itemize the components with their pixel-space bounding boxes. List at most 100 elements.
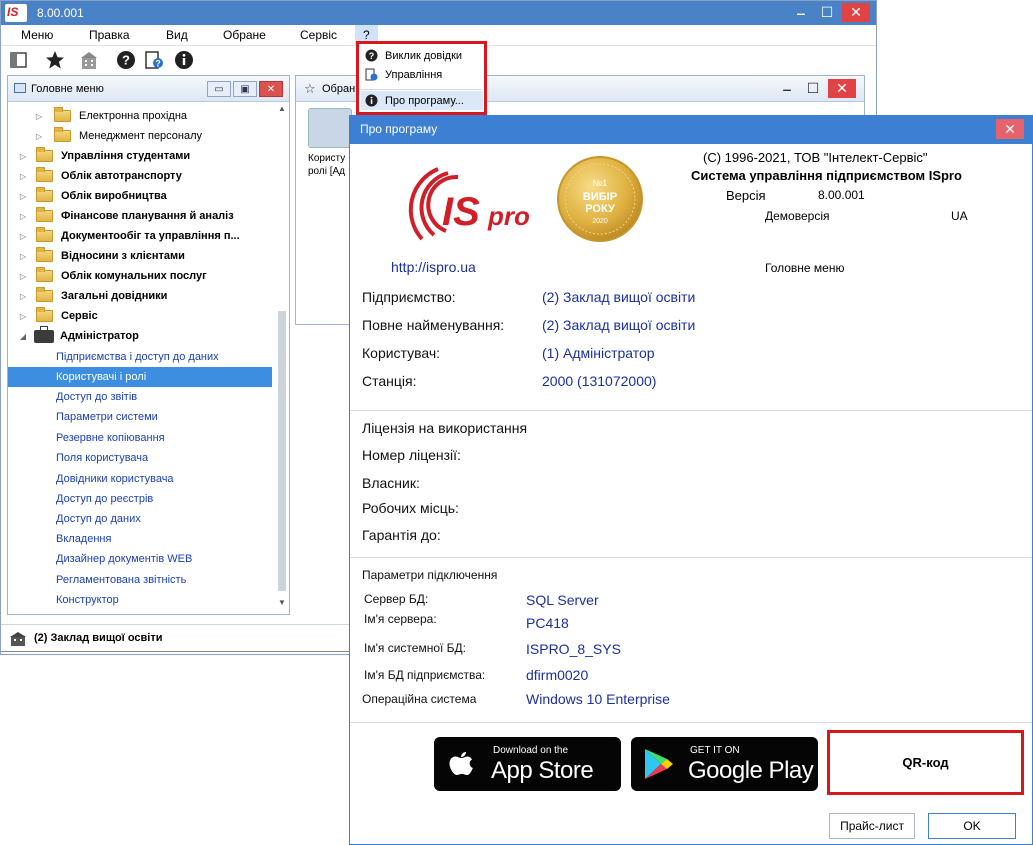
menu-item-management[interactable]: Управління xyxy=(361,65,483,84)
svg-text:РОКУ: РОКУ xyxy=(585,203,615,215)
tree-node[interactable]: ▷ Облік автотранспорту xyxy=(8,166,272,186)
favorites-minimize-button[interactable]: ‒ xyxy=(776,79,798,98)
expand-arrow-icon[interactable]: ▷ xyxy=(34,132,44,141)
tree-child-item[interactable]: Підприємства і доступ до даних xyxy=(8,347,272,367)
tree-node-label: Облік виробництва xyxy=(61,190,167,202)
tree-node[interactable]: ▷ Відносини з клієнтами xyxy=(8,246,272,266)
building-icon[interactable] xyxy=(79,50,99,70)
tree-child-item[interactable]: Регламентована звітність xyxy=(8,570,272,590)
menu-item-label: Управління xyxy=(385,68,443,81)
tree-child-item[interactable]: Параметри системи xyxy=(8,407,272,427)
expand-arrow-icon[interactable]: ▷ xyxy=(18,312,28,321)
expand-arrow-icon[interactable]: ▷ xyxy=(18,192,28,201)
minimize-button[interactable]: ‒ xyxy=(790,3,812,22)
main-menu-panel-title: Головне меню xyxy=(31,83,104,95)
expand-arrow-icon[interactable]: ▷ xyxy=(18,212,28,221)
tree-node[interactable]: ▷ Електронна прохідна xyxy=(8,106,272,126)
tree-child-item[interactable]: Доступ до звітів xyxy=(8,387,272,407)
folder-icon xyxy=(36,307,53,322)
expand-arrow-icon[interactable]: ▷ xyxy=(18,152,28,161)
scrollbar-thumb[interactable] xyxy=(278,311,286,591)
maximize-button[interactable]: ☐ xyxy=(816,3,838,22)
favorites-maximize-button[interactable]: ☐ xyxy=(802,79,824,98)
tree-child-item[interactable]: Доступ до даних xyxy=(8,509,272,529)
tree-node[interactable]: ▷ Загальні довідники xyxy=(8,286,272,306)
tree-child-item[interactable]: Дизайнер документів WEB xyxy=(8,549,272,569)
help-document-icon[interactable]: ? xyxy=(144,50,164,70)
status-enterprise: (2) Заклад вищої освіти xyxy=(34,632,163,644)
website-link[interactable]: http://ispro.ua xyxy=(391,259,476,275)
tree-node-label: Сервіс xyxy=(61,310,98,322)
app-logo-icon: IS xyxy=(5,4,27,22)
product-name: Система управління підприємством ISpro xyxy=(691,168,962,183)
tree-node-label: Облік комунальних послуг xyxy=(61,270,207,282)
tree-child-label: Поля користувача xyxy=(56,452,149,464)
panel-toggle-icon[interactable] xyxy=(9,50,29,70)
tree-node[interactable]: ▷ Облік виробництва xyxy=(8,186,272,206)
tree-node-label: Облік автотранспорту xyxy=(61,170,182,182)
menu-item-view[interactable]: Вид xyxy=(166,28,188,42)
ok-button[interactable]: OK xyxy=(928,813,1016,839)
tree-node[interactable]: ▷ Документообіг та управління п... xyxy=(8,226,272,246)
menu-item-edit[interactable]: Правка xyxy=(89,28,130,42)
menu-item-call-help[interactable]: ? Виклик довідки xyxy=(361,46,483,65)
copyright-text: (C) 1996-2021, ТОВ "Інтелект-Сервіс" xyxy=(703,150,928,165)
tree-child-item[interactable]: Доступ до реєстрів xyxy=(8,489,272,509)
logo-text-pro: pro xyxy=(487,201,530,231)
svg-text:?: ? xyxy=(155,59,161,69)
scroll-down-icon[interactable]: ▼ xyxy=(277,598,287,607)
connection-heading: Параметри підключення xyxy=(362,568,498,582)
user-label: Користувач: xyxy=(362,345,441,361)
station-value: 2000 (131072000) xyxy=(542,373,657,389)
star-outline-icon: ☆ xyxy=(304,81,316,96)
tree-child-item[interactable]: Вкладення xyxy=(8,529,272,549)
panel-minimize-button[interactable]: ▭ xyxy=(207,81,231,97)
expand-arrow-icon[interactable]: ▷ xyxy=(34,112,44,121)
tree-child-item[interactable]: Довідники користувача xyxy=(8,469,272,489)
help-icon[interactable]: ? xyxy=(116,50,136,70)
qr-code-button[interactable]: QR-код xyxy=(827,730,1024,795)
price-list-button[interactable]: Прайс-лист xyxy=(829,813,915,839)
scroll-up-icon[interactable]: ▲ xyxy=(277,104,287,113)
station-label: Станція: xyxy=(362,373,417,389)
expand-arrow-icon[interactable]: ▷ xyxy=(18,252,28,261)
tree-child-label: Користувачі і ролі xyxy=(56,371,147,383)
tree-child-item[interactable]: Поля користувача xyxy=(8,448,272,468)
tree-child-item-selected[interactable]: Користувачі і ролі xyxy=(8,367,272,387)
menu-item-menu[interactable]: Меню xyxy=(21,28,53,42)
version-value: 8.00.001 xyxy=(818,188,865,202)
tree-node[interactable]: ▷ Менеджмент персоналу xyxy=(8,126,272,146)
tree-node[interactable]: ▷ Облік комунальних послуг xyxy=(8,266,272,286)
tree-node[interactable]: ▷ Фінансове планування й аналіз xyxy=(8,206,272,226)
panel-close-button[interactable]: ✕ xyxy=(259,81,283,97)
menu-item-about[interactable]: Про програму... xyxy=(361,91,483,110)
expand-arrow-icon[interactable]: ▷ xyxy=(18,232,28,241)
tree-scrollbar[interactable]: ▲ ▼ xyxy=(277,104,287,609)
about-title-bar: Про програму ✕ xyxy=(350,116,1032,144)
expand-arrow-icon[interactable]: ▷ xyxy=(18,272,28,281)
tree-child-item[interactable]: Резервне копіювання xyxy=(8,428,272,448)
about-close-button[interactable]: ✕ xyxy=(996,119,1024,139)
tree-child-label: Дизайнер документів WEB xyxy=(56,553,193,565)
favorites-close-button[interactable]: ✕ xyxy=(828,79,856,98)
collapse-arrow-icon[interactable]: ◢ xyxy=(18,332,28,341)
menu-item-service[interactable]: Сервіс xyxy=(300,28,337,42)
panel-restore-button[interactable]: ▣ xyxy=(233,81,257,97)
expand-arrow-icon[interactable]: ▷ xyxy=(18,172,28,181)
close-button[interactable]: ✕ xyxy=(842,3,870,22)
info-icon[interactable] xyxy=(174,50,194,70)
server-name-label: Ім'я сервера: xyxy=(364,612,437,626)
expand-arrow-icon[interactable]: ▷ xyxy=(18,292,28,301)
tree-child-item[interactable]: Конструктор xyxy=(8,590,272,610)
tree-node[interactable]: ▷ Управління студентами xyxy=(8,146,272,166)
star-icon[interactable] xyxy=(45,50,65,70)
tree-node-administrator[interactable]: ◢ Адміністратор xyxy=(8,325,272,346)
app-store-big-text: App Store xyxy=(491,757,594,784)
tree-node[interactable]: ▷ Сервіс xyxy=(8,306,272,326)
app-store-badge[interactable]: Download on the App Store xyxy=(434,737,621,791)
folder-icon xyxy=(36,227,53,242)
menu-item-favorites[interactable]: Обране xyxy=(223,28,266,42)
google-play-badge[interactable]: GET IT ON Google Play xyxy=(631,737,818,791)
db-server-label: Сервер БД: xyxy=(364,592,429,606)
tree-child-label: Вкладення xyxy=(56,533,112,545)
